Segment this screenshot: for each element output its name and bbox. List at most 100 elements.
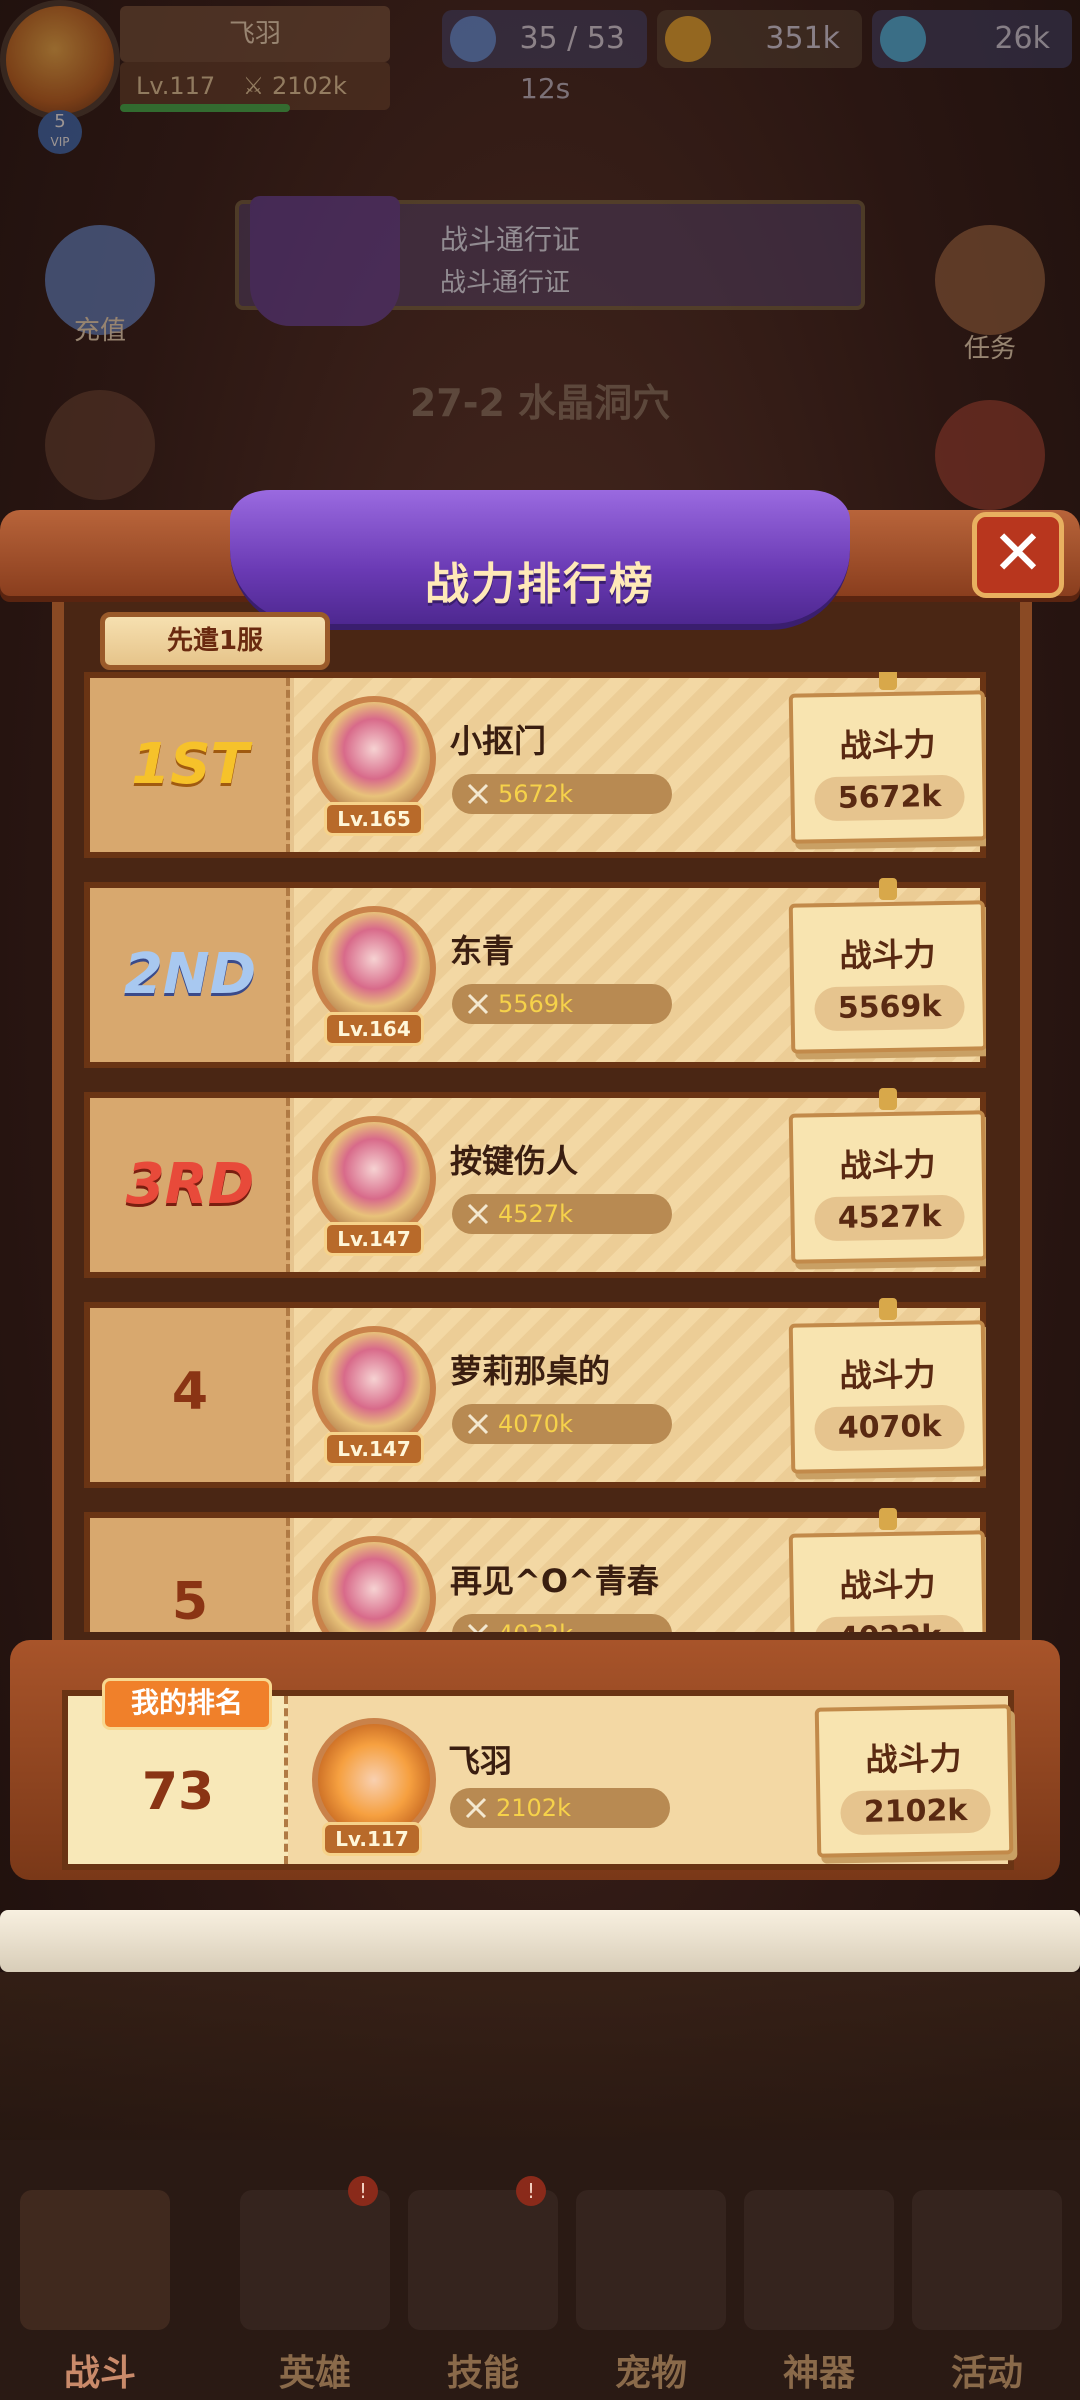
gem-counter[interactable]: 26k (872, 10, 1072, 68)
amulet-icon (744, 2190, 894, 2330)
battle-scene (0, 1972, 1080, 2142)
ranking-row[interactable]: 1ST Lv.165 小抠门 5672k 战斗力 5672k (84, 672, 986, 858)
level-badge: Lv.165 (324, 802, 424, 836)
power-card: 战斗力 4527k (788, 1110, 986, 1264)
stamina-counter[interactable]: 35 / 53 (442, 10, 647, 68)
notification-badge: ! (348, 2176, 378, 2206)
crossed-swords-icon (465, 1797, 487, 1819)
power-pill: 4070k (452, 1404, 672, 1444)
power-label: 战斗力 (839, 1565, 936, 1605)
stamina-timer: 12s (520, 72, 571, 105)
ranking-row[interactable]: 3RD Lv.147 按键伤人 4527k 战斗力 4527k (84, 1088, 986, 1278)
my-rank-row[interactable]: 我的排名 73 Lv.117 飞羽 2102k 战斗力 2102k (62, 1678, 1014, 1870)
vip-badge: 5 VIP (38, 110, 82, 154)
power-pill: 2102k (450, 1788, 670, 1828)
level-badge: Lv.164 (324, 1012, 424, 1046)
power-value: 4022k (814, 1614, 965, 1632)
paper-clip-icon (879, 1298, 897, 1320)
power-value: 4527k (814, 1194, 965, 1242)
player-name: 小抠门 (450, 722, 547, 760)
my-rank-tag: 我的排名 (102, 1678, 272, 1730)
exp-bar (120, 104, 290, 112)
close-button[interactable]: ✕ (972, 512, 1064, 598)
player-name: 飞羽 (448, 1742, 513, 1780)
level-badge: Lv.147 (324, 1432, 424, 1466)
player-name: 萝莉那桌的 (450, 1352, 611, 1390)
power-value: 2102k (840, 1788, 991, 1836)
panel-base (0, 1910, 1080, 1972)
crossed-swords-icon (467, 993, 489, 1015)
gold-counter[interactable]: 351k (657, 10, 862, 68)
ranking-row[interactable]: 2ND Lv.164 东青 5569k 战斗力 5569k (84, 878, 986, 1068)
paper-clip-icon (879, 878, 897, 900)
rank-label: 5 (171, 1572, 209, 1632)
ranking-row[interactable]: 4 Lv.147 萝莉那桌的 4070k 战斗力 4070k (84, 1298, 986, 1488)
rank-label: 3RD (125, 1152, 255, 1217)
ranking-list[interactable]: 1ST Lv.165 小抠门 5672k 战斗力 5672k 2ND Lv.16… (84, 672, 986, 1632)
ranking-row[interactable]: 5 再见^O^青春 4022k 战斗力 4022k (84, 1508, 986, 1632)
trumpet-icon (912, 2190, 1062, 2330)
recharge-label: 充值 (73, 316, 126, 346)
nav-heroes[interactable]: ! 英雄 (236, 2168, 394, 2400)
paper-clip-icon (879, 1088, 897, 1110)
nav-artifacts[interactable]: 神器 (740, 2168, 898, 2400)
rank-box: 2ND (90, 888, 290, 1062)
paper-clip-icon (879, 1508, 897, 1530)
coin-icon (665, 16, 711, 62)
power-card: 战斗力 5672k (788, 690, 986, 844)
player-avatar[interactable] (0, 0, 120, 120)
nav-skills[interactable]: ! 技能 (404, 2168, 562, 2400)
power-pill: 4527k (452, 1194, 672, 1234)
battle-pass-shield-icon (250, 196, 400, 326)
power-card: 战斗力 2102k (814, 1704, 1014, 1858)
wings-icon (576, 2190, 726, 2330)
rank-label: 1ST (131, 732, 249, 797)
nav-events[interactable]: 活动 (908, 2168, 1066, 2400)
power-pill: 5569k (452, 984, 672, 1024)
notification-badge: ! (516, 2176, 546, 2206)
player-name: 按键伤人 (450, 1142, 579, 1180)
player-name: 飞羽 (120, 6, 390, 62)
crossed-swords-icon (467, 1203, 489, 1225)
tasks-label: 任务 (963, 334, 1016, 364)
power-pill: 4022k (452, 1614, 672, 1632)
rank-box: 5 (90, 1518, 290, 1632)
power-label: 战斗力 (865, 1739, 962, 1779)
rank-box: 4 (90, 1308, 290, 1482)
battle-pass-subtitle: 战斗通行证 (440, 268, 571, 298)
server-tag: 先遣1服 (100, 612, 330, 670)
rank-box: 3RD (90, 1098, 290, 1272)
helmet-icon (240, 2190, 390, 2330)
nav-battle[interactable]: 战斗 (0, 2168, 200, 2400)
power-label: 战斗力 (839, 935, 936, 975)
player-name: 再见^O^青春 (450, 1562, 659, 1600)
tasks-icon[interactable] (935, 225, 1045, 335)
rank-box: 1ST (90, 678, 290, 852)
power-value: 5569k (814, 984, 965, 1032)
power-value: 4070k (814, 1404, 965, 1452)
my-rank-box: 我的排名 73 (68, 1678, 288, 1864)
panel-title: 战力排行榜 (425, 559, 655, 610)
rank-label: 4 (171, 1362, 209, 1422)
rank-label: 2ND (123, 942, 257, 1007)
battle-pass-title: 战斗通行证 (440, 223, 581, 256)
power-pill: 5672k (452, 774, 672, 814)
power-value: 5672k (814, 774, 965, 822)
level-badge: Lv.117 (322, 1822, 422, 1856)
paper-clip-icon (879, 672, 897, 690)
crossed-swords-icon (20, 2190, 170, 2330)
avatar[interactable] (312, 1536, 436, 1632)
crossed-swords-icon (467, 1623, 489, 1632)
star-icon (450, 16, 496, 62)
power-label: 战斗力 (839, 1145, 936, 1185)
spellbook-icon (408, 2190, 558, 2330)
nav-pets[interactable]: 宠物 (572, 2168, 730, 2400)
power-card: 战斗力 4070k (788, 1320, 986, 1474)
power-label: 战斗力 (839, 725, 936, 765)
player-level-power: Lv.117 ⚔ 2102k (120, 62, 390, 110)
gem-icon (880, 16, 926, 62)
stage-name: 27-2 水晶洞穴 (409, 381, 671, 425)
my-rank-number: 73 (141, 1762, 215, 1822)
level-badge: Lv.147 (324, 1222, 424, 1256)
power-card: 战斗力 4022k (788, 1530, 986, 1632)
